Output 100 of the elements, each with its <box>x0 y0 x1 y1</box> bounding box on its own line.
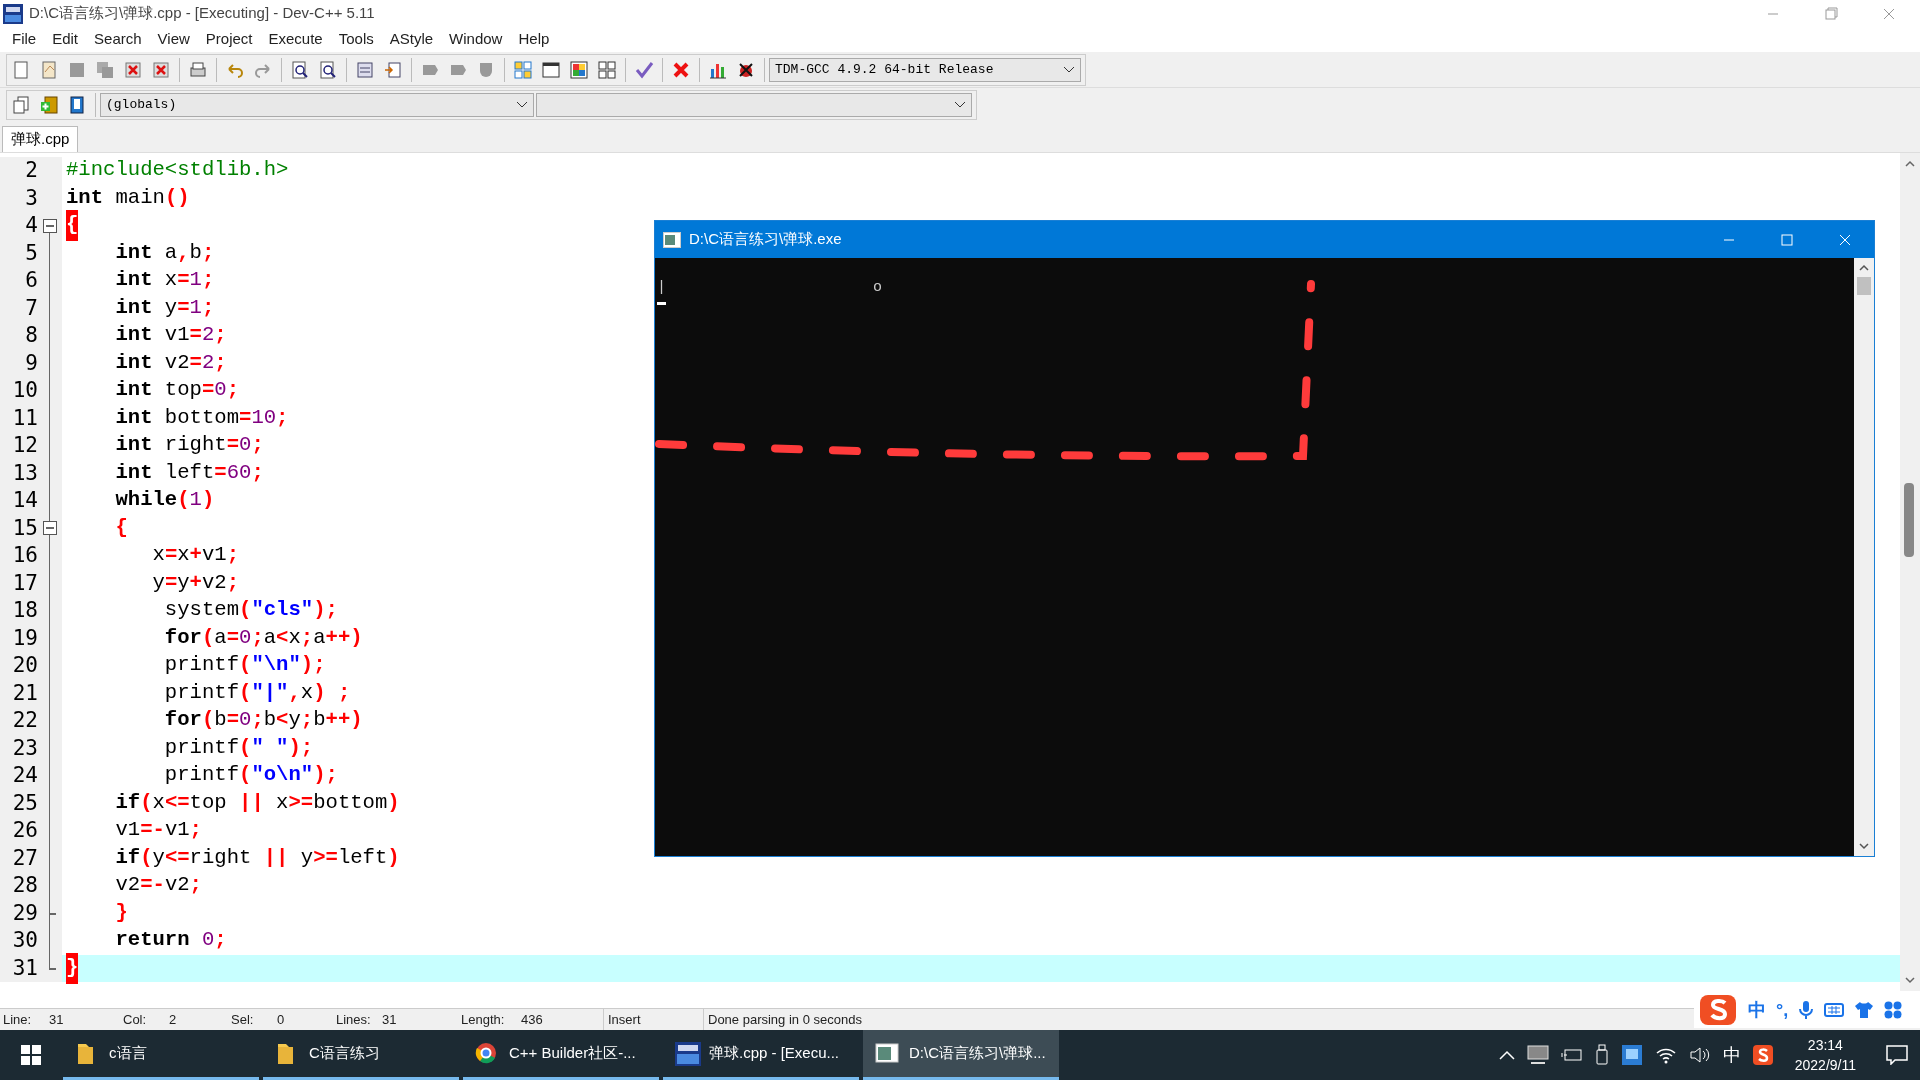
code-line: int top=0; <box>114 377 240 404</box>
code-line: if(x<=top || x>=bottom) <box>114 789 400 816</box>
line-number: 6 <box>24 267 38 294</box>
status-value: 31 <box>382 1010 397 1029</box>
status-value: 436 <box>521 1010 543 1029</box>
line-number: 5 <box>24 239 38 267</box>
notification-icon[interactable] <box>1886 1045 1908 1065</box>
microphone-icon[interactable] <box>1798 999 1815 1021</box>
line-number: 23 <box>11 734 38 762</box>
new-file-icon[interactable] <box>11 59 31 80</box>
line-number: 14 <box>11 487 38 514</box>
save-all-icon[interactable] <box>95 59 115 80</box>
clock-date[interactable]: 2022/9/11 <box>1794 1055 1856 1075</box>
compiler-dropdown[interactable]: TDM-GCC 4.9.2 64-bit Release <box>769 57 1081 82</box>
line-number: 12 <box>11 432 38 459</box>
line-number: 20 <box>11 652 38 679</box>
ime-language-toggle[interactable]: 中 <box>1748 996 1766 1024</box>
line-number: 30 <box>11 927 38 954</box>
menu-item[interactable]: Tools <box>330 28 382 51</box>
app-icon <box>2 2 24 25</box>
taskbar-item[interactable]: 弹球.cpp - [Execu... <box>663 1030 859 1080</box>
search-icon[interactable] <box>318 59 338 80</box>
taskbar-item[interactable]: C语言练习 <box>263 1030 459 1080</box>
caret-icon <box>516 101 528 109</box>
input-language-indicator[interactable]: 中 <box>1722 1041 1741 1069</box>
menu-item[interactable]: Project <box>197 28 261 51</box>
scroll-thumb[interactable] <box>1904 483 1914 557</box>
taskbar-item[interactable]: D:\C语言练习\弹球... <box>863 1030 1059 1080</box>
code-line: printf(" "); <box>163 734 314 761</box>
print-icon[interactable] <box>188 59 208 80</box>
editor-scrollbar[interactable] <box>1900 153 1920 991</box>
scope-dropdown[interactable]: (globals) <box>100 93 534 117</box>
close-file-icon[interactable] <box>151 59 171 80</box>
status-label: Length: <box>461 1010 506 1029</box>
fold-toggle-icon[interactable] <box>43 521 57 536</box>
line-number: 24 <box>11 762 38 789</box>
network-adapter-icon[interactable] <box>1620 1044 1643 1066</box>
console-icon <box>663 231 681 248</box>
code-line: system("cls"); <box>163 597 338 624</box>
code-line: int left=60; <box>114 459 264 486</box>
battery-icon[interactable] <box>1560 1048 1583 1062</box>
code-line: printf("o\n"); <box>163 762 338 789</box>
menu-item[interactable]: Window <box>441 28 511 51</box>
keyboard-icon[interactable] <box>1824 1002 1845 1018</box>
code-line: { <box>114 514 128 541</box>
fold-toggle-icon[interactable] <box>43 218 57 233</box>
menu-item[interactable]: File <box>4 28 45 51</box>
code-line: int x=1; <box>114 267 215 294</box>
shirt-icon[interactable] <box>1854 1001 1875 1019</box>
ime-punctuation-toggle[interactable]: °, <box>1776 996 1789 1024</box>
color-grid-icon[interactable] <box>569 59 589 80</box>
pages-icon[interactable] <box>11 95 31 115</box>
taskbar-item[interactable]: C++ Builder社区-... <box>463 1030 659 1080</box>
clock-time[interactable]: 23:14 <box>1807 1035 1843 1055</box>
menu-item[interactable]: Help <box>510 28 558 51</box>
file-tab[interactable]: 弹球.cpp <box>2 126 79 152</box>
code-line: int y=1; <box>114 294 215 321</box>
code-line: x=x+v1; <box>151 542 240 569</box>
open-file-icon[interactable] <box>39 59 59 80</box>
code-line: if(y<=right || y>=left) <box>114 844 400 871</box>
scroll-thumb[interactable] <box>1857 277 1871 295</box>
code-line: printf("\n"); <box>163 652 326 679</box>
close-file-icon[interactable] <box>123 59 143 80</box>
console-scrollbar[interactable] <box>1854 258 1874 856</box>
code-line: int a,b; <box>114 239 215 266</box>
line-number: 27 <box>11 844 38 872</box>
grid-icon[interactable] <box>1884 1001 1903 1019</box>
grid-icon[interactable] <box>597 59 617 80</box>
sogou-logo-icon[interactable] <box>1698 992 1738 1028</box>
line-number: 8 <box>24 322 38 349</box>
menu-item[interactable]: View <box>149 28 198 51</box>
status-label: Lines: <box>336 1010 372 1029</box>
speaker-icon[interactable] <box>1688 1046 1711 1064</box>
add-file-icon[interactable] <box>39 95 59 115</box>
menu-item[interactable]: AStyle <box>381 28 442 51</box>
check-icon[interactable] <box>634 59 654 80</box>
list-icon[interactable] <box>355 59 375 80</box>
line-number: 29 <box>11 899 38 927</box>
window-title: D:\C语言练习\弹球.cpp - [Executing] - Dev-C++ 5.11 <box>29 3 375 24</box>
status-value: 0 <box>277 1010 285 1029</box>
search-icon[interactable] <box>290 59 310 80</box>
line-number: 10 <box>11 377 38 404</box>
menu-item[interactable]: Search <box>86 28 150 51</box>
line-number: 28 <box>11 872 38 899</box>
menu-item[interactable]: Execute <box>260 28 331 51</box>
menu-item[interactable]: Edit <box>44 28 87 51</box>
taskbar-item[interactable]: c语言 <box>63 1030 259 1080</box>
tiles-icon[interactable] <box>513 59 533 80</box>
wifi-icon[interactable] <box>1654 1046 1677 1064</box>
sogou-tray-icon[interactable] <box>1752 1045 1773 1065</box>
indent-icon[interactable] <box>383 59 403 80</box>
monitor-icon[interactable] <box>1526 1045 1549 1065</box>
status-label: Line: <box>3 1010 33 1029</box>
line-number: 11 <box>11 404 38 432</box>
chevron-up-icon[interactable] <box>1498 1049 1515 1061</box>
text-cursor <box>657 302 666 305</box>
window-icon[interactable] <box>541 59 561 80</box>
status-label: Sel: <box>231 1010 255 1029</box>
usb-drive-icon[interactable] <box>1594 1044 1609 1066</box>
code-line: int right=0; <box>114 432 264 459</box>
